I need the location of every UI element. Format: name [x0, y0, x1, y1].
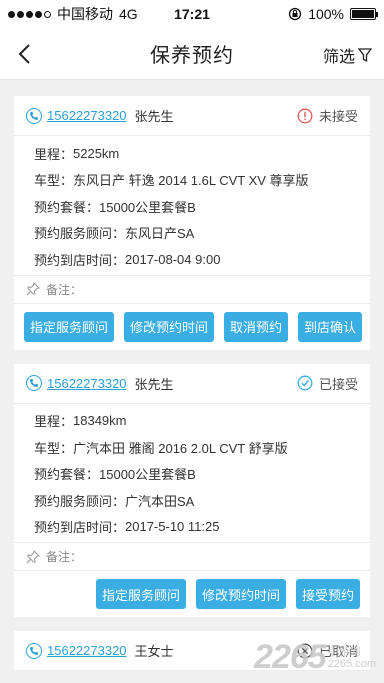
remark-row: 备注：: [14, 276, 370, 304]
time-label: 预约到店时间：: [34, 520, 126, 536]
battery-icon: [350, 8, 378, 20]
watermark-logo: 2265 手游网 2265.com: [254, 638, 376, 677]
time-row: 预约到店时间： 2017-08-04 9:00: [14, 246, 370, 273]
assign-advisor-button[interactable]: 指定服务顾问: [95, 579, 186, 609]
advisor-row: 预约服务顾问： 东风日产SA: [14, 220, 370, 247]
advisor-label: 预约服务顾问：: [34, 493, 126, 509]
pin-icon: [26, 549, 40, 563]
package-row: 预约套餐： 15000公里套餐B: [14, 193, 370, 220]
car-row: 车型： 东风日产 轩逸 2014 1.6L CVT XV 尊享版: [14, 167, 370, 194]
time-value: 2017-08-04 9:00: [125, 251, 221, 267]
clock: 17:21: [174, 6, 210, 22]
signal-icon: [8, 10, 51, 18]
change-time-button[interactable]: 修改预约时间: [124, 311, 215, 342]
package-value: 15000公里套餐B: [99, 467, 196, 483]
status-bar: 中国移动 4G 17:21 100%: [0, 0, 384, 28]
mileage-label: 里程：: [34, 414, 74, 430]
watermark-line1: 手游网: [327, 645, 361, 658]
appointment-card: 15622273320 张先生 未接受 里程： 5225km 车型： 东风日产 轩逸…: [14, 96, 370, 350]
phone-icon: [26, 642, 42, 659]
phone-icon: [26, 107, 42, 124]
customer-name: 张先生: [134, 109, 174, 124]
card-header: 15622273320 张先生 未接受: [14, 96, 370, 136]
advisor-value: 东风日产SA: [125, 226, 195, 242]
back-button[interactable]: [10, 40, 38, 68]
car-value: 广汽本田 雅阁 2016 2.0L CVT 舒享版: [73, 440, 288, 456]
page-title: 保养预约: [150, 45, 234, 67]
phone-icon: [26, 375, 42, 391]
pin-icon: [26, 282, 40, 296]
time-value: 2017-5-10 11:25: [125, 519, 220, 535]
filter-button[interactable]: 筛选: [323, 43, 372, 67]
nav-bar: 保养预约 筛选: [0, 28, 384, 80]
customer-name: 王女士: [134, 644, 174, 659]
network-label: 4G: [119, 6, 138, 22]
package-label: 预约套餐：: [34, 199, 100, 215]
appointment-list: 15622273320 张先生 未接受 里程： 5225km 车型： 东风日产 轩逸…: [0, 80, 384, 671]
status-badge: 已接受: [297, 374, 358, 393]
card-actions: 指定服务顾问 修改预约时间 接受预约: [14, 571, 370, 617]
status-badge: 未接受: [297, 106, 358, 125]
card-header: 15622273320 张先生 已接受: [14, 364, 370, 404]
assign-advisor-button[interactable]: 指定服务顾问: [24, 311, 115, 342]
mileage-row: 里程： 5225km: [14, 140, 370, 167]
time-label: 预约到店时间：: [34, 252, 126, 268]
filter-icon: [358, 47, 372, 62]
customer-name: 张先生: [134, 376, 174, 392]
orientation-lock-icon: [289, 7, 302, 21]
advisor-row: 预约服务顾问： 广汽本田SA: [14, 487, 370, 514]
package-row: 预约套餐： 15000公里套餐B: [14, 461, 370, 488]
order-details: 里程： 18349km 车型： 广汽本田 雅阁 2016 2.0L CVT 舒享版 …: [14, 404, 370, 543]
change-time-button[interactable]: 修改预约时间: [195, 579, 286, 609]
card-actions: 指定服务顾问 修改预约时间 取消预约 到店确认: [14, 304, 370, 350]
package-label: 预约套餐：: [34, 467, 100, 483]
filter-label: 筛选: [322, 49, 355, 66]
advisor-label: 预约服务顾问：: [34, 226, 126, 242]
phone-link[interactable]: 15622273320: [47, 643, 127, 658]
confirm-arrival-button[interactable]: 到店确认: [298, 311, 363, 342]
status-label: 未接受: [318, 109, 358, 124]
chevron-left-icon: [18, 44, 30, 64]
watermark-number: 2265: [254, 638, 327, 676]
remark-label: 备注：: [46, 282, 83, 297]
cancel-appointment-button[interactable]: 取消预约: [224, 311, 289, 342]
carrier-label: 中国移动: [57, 6, 113, 22]
mileage-label: 里程：: [34, 146, 74, 162]
advisor-value: 广汽本田SA: [125, 493, 195, 509]
car-row: 车型： 广汽本田 雅阁 2016 2.0L CVT 舒享版: [14, 434, 370, 461]
check-circle-icon: [297, 375, 313, 391]
time-row: 预约到店时间： 2017-5-10 11:25: [14, 514, 370, 541]
remark-label: 备注：: [46, 550, 83, 564]
mileage-value: 18349km: [73, 413, 127, 429]
car-label: 车型：: [34, 440, 74, 456]
phone-link[interactable]: 15622273320: [47, 108, 127, 123]
watermark-line2: 2265.com: [327, 657, 376, 670]
battery-percent: 100%: [308, 6, 344, 22]
remark-row: 备注：: [14, 543, 370, 571]
mileage-row: 里程： 18349km: [14, 408, 370, 435]
status-label: 已接受: [318, 376, 358, 392]
accept-appointment-button[interactable]: 接受预约: [295, 579, 360, 609]
mileage-value: 5225km: [73, 145, 120, 161]
alert-circle-icon: [297, 108, 313, 123]
phone-link[interactable]: 15622273320: [47, 376, 127, 391]
car-label: 车型：: [34, 173, 74, 189]
car-value: 东风日产 轩逸 2014 1.6L CVT XV 尊享版: [73, 173, 309, 189]
package-value: 15000公里套餐B: [99, 199, 196, 215]
order-details: 里程： 5225km 车型： 东风日产 轩逸 2014 1.6L CVT XV 尊享…: [14, 136, 370, 276]
appointment-card: 15622273320 张先生 已接受 里程： 18349km 车型： 广汽本田 雅…: [14, 363, 370, 617]
